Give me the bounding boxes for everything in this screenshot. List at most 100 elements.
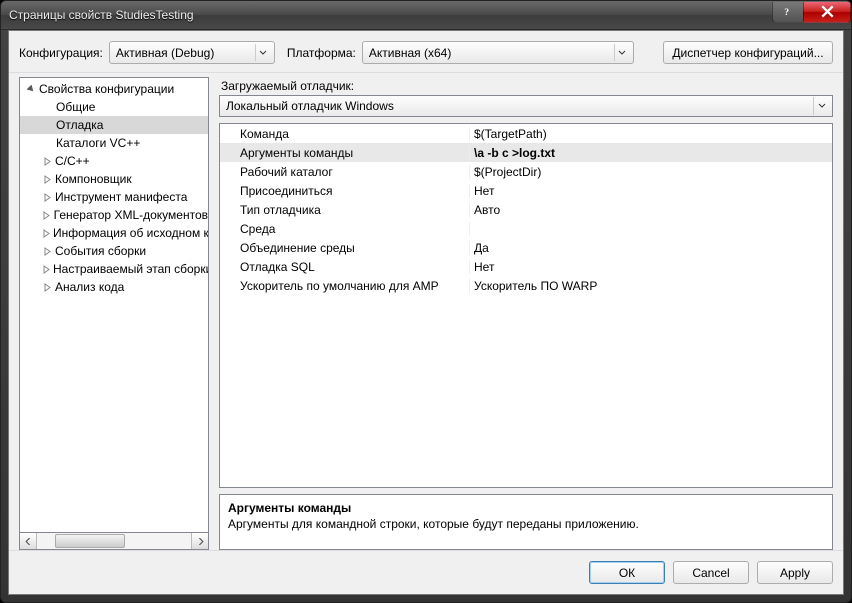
tree-item[interactable]: Настраиваемый этап сборки [20, 260, 208, 278]
dialog-window: Страницы свойств StudiesTesting ? Конфиг… [0, 0, 852, 603]
platform-combo[interactable]: Активная (x64) [362, 41, 634, 64]
expand-icon [42, 210, 52, 221]
property-value[interactable]: Авто [470, 203, 832, 217]
tree-item-label: Генератор XML-документов [54, 208, 208, 222]
tree-item-label: C/C++ [55, 154, 90, 168]
property-name: Присоединиться [220, 184, 470, 198]
tree-item-label: Настраиваемый этап сборки [53, 262, 209, 276]
property-row[interactable]: Команда$(TargetPath) [220, 124, 832, 143]
expand-icon [42, 282, 53, 293]
tree-item[interactable]: Каталоги VC++ [20, 134, 208, 152]
property-row[interactable]: Рабочий каталог$(ProjectDir) [220, 162, 832, 181]
property-value[interactable]: $(TargetPath) [470, 127, 832, 141]
tree-item[interactable]: Инструмент манифеста [20, 188, 208, 206]
description-title: Аргументы команды [228, 501, 824, 515]
description-box: Аргументы команды Аргументы для командно… [219, 494, 833, 550]
property-row[interactable]: Ускоритель по умолчанию для AMPУскорител… [220, 276, 832, 295]
cancel-label: Cancel [692, 566, 729, 580]
property-row[interactable]: ПрисоединитьсяНет [220, 181, 832, 200]
config-label: Конфигурация: [19, 46, 103, 60]
debugger-combo-value: Локальный отладчик Windows [226, 99, 394, 113]
tree-item-label: Анализ кода [55, 280, 124, 294]
main-split: Свойства конфигурации Общие Отладка Каталог… [9, 73, 843, 550]
config-combo[interactable]: Активная (Debug) [109, 41, 275, 64]
help-icon: ? [782, 6, 794, 18]
tree-item-label: Компоновщик [55, 172, 132, 186]
chevron-down-icon [255, 44, 271, 61]
tree-item-label: Свойства конфигурации [39, 82, 174, 96]
config-manager-label: Диспетчер конфигураций... [672, 46, 823, 60]
tree-item-label: Отладка [56, 118, 103, 132]
section-header: Загружаемый отладчик: [219, 77, 833, 95]
property-row[interactable]: Среда [220, 219, 832, 238]
tree-item-label: Общие [56, 100, 95, 114]
tree-item-label: Каталоги VC++ [56, 136, 140, 150]
chevron-down-icon [813, 97, 830, 115]
collapse-icon [26, 84, 37, 95]
tree-item[interactable]: Отладка [20, 116, 208, 134]
property-value[interactable]: Да [470, 241, 832, 255]
apply-label: Apply [780, 566, 810, 580]
property-name: Аргументы команды [220, 146, 470, 160]
svg-text:?: ? [784, 7, 789, 18]
ok-label: ОК [619, 566, 635, 580]
property-name: Объединение среды [220, 241, 470, 255]
platform-combo-value: Активная (x64) [369, 46, 451, 60]
debugger-combo[interactable]: Локальный отладчик Windows [219, 95, 833, 117]
property-name: Отладка SQL [220, 260, 470, 274]
config-bar: Конфигурация: Активная (Debug) Платформа… [9, 31, 843, 73]
tree-item[interactable]: C/C++ [20, 152, 208, 170]
tree-item-label: События сборки [55, 244, 146, 258]
button-row: ОК Cancel Apply [9, 550, 843, 594]
platform-label: Платформа: [287, 46, 356, 60]
titlebar[interactable]: Страницы свойств StudiesTesting ? [1, 1, 851, 30]
apply-button[interactable]: Apply [757, 561, 833, 584]
tree-item[interactable]: Общие [20, 98, 208, 116]
scroll-left-arrow[interactable] [20, 533, 37, 549]
tree-item[interactable]: Анализ кода [20, 278, 208, 296]
property-grid[interactable]: Команда$(TargetPath)Аргументы команды\a … [219, 123, 833, 488]
property-name: Команда [220, 127, 470, 141]
expand-icon [42, 264, 51, 275]
cancel-button[interactable]: Cancel [673, 561, 749, 584]
property-name: Среда [220, 222, 470, 236]
tree-item-label: Инструмент манифеста [55, 190, 187, 204]
property-value[interactable]: \a -b c >log.txt [470, 146, 832, 160]
expand-icon [42, 246, 53, 257]
tree-item[interactable]: Компоновщик [20, 170, 208, 188]
expand-icon [42, 174, 53, 185]
dialog-body: Конфигурация: Активная (Debug) Платформа… [8, 30, 844, 595]
property-value[interactable]: $(ProjectDir) [470, 165, 832, 179]
property-name: Ускоритель по умолчанию для AMP [220, 279, 470, 293]
property-row[interactable]: Тип отладчикаАвто [220, 200, 832, 219]
description-text: Аргументы для командной строки, которые … [228, 517, 824, 531]
close-button[interactable] [803, 2, 851, 23]
config-manager-button[interactable]: Диспетчер конфигураций... [663, 41, 833, 64]
window-buttons: ? [773, 2, 851, 23]
property-value[interactable]: Нет [470, 260, 832, 274]
chevron-down-icon [614, 44, 630, 61]
property-value[interactable]: Нет [470, 184, 832, 198]
tree-item[interactable]: События сборки [20, 242, 208, 260]
tree-item[interactable]: Генератор XML-документов [20, 206, 208, 224]
expand-icon [42, 156, 53, 167]
tree-root[interactable]: Свойства конфигурации [20, 80, 208, 98]
property-name: Тип отладчика [220, 203, 470, 217]
scroll-track[interactable] [37, 533, 191, 549]
tree-hscrollbar[interactable] [19, 533, 209, 550]
property-row[interactable]: Объединение средыДа [220, 238, 832, 257]
property-row[interactable]: Аргументы команды\a -b c >log.txt [220, 143, 832, 162]
close-icon [821, 5, 834, 18]
help-button[interactable]: ? [772, 2, 804, 23]
config-combo-value: Активная (Debug) [116, 46, 214, 60]
scroll-thumb[interactable] [55, 534, 125, 548]
property-name: Рабочий каталог [220, 165, 470, 179]
ok-button[interactable]: ОК [589, 561, 665, 584]
nav-tree[interactable]: Свойства конфигурации Общие Отладка Каталог… [19, 77, 209, 533]
scroll-right-arrow[interactable] [191, 533, 208, 549]
tree-item-label: Информация об исходном коде [53, 226, 209, 240]
expand-icon [42, 192, 53, 203]
tree-item[interactable]: Информация об исходном коде [20, 224, 208, 242]
property-value[interactable]: Ускоритель ПО WARP [470, 279, 832, 293]
property-row[interactable]: Отладка SQLНет [220, 257, 832, 276]
